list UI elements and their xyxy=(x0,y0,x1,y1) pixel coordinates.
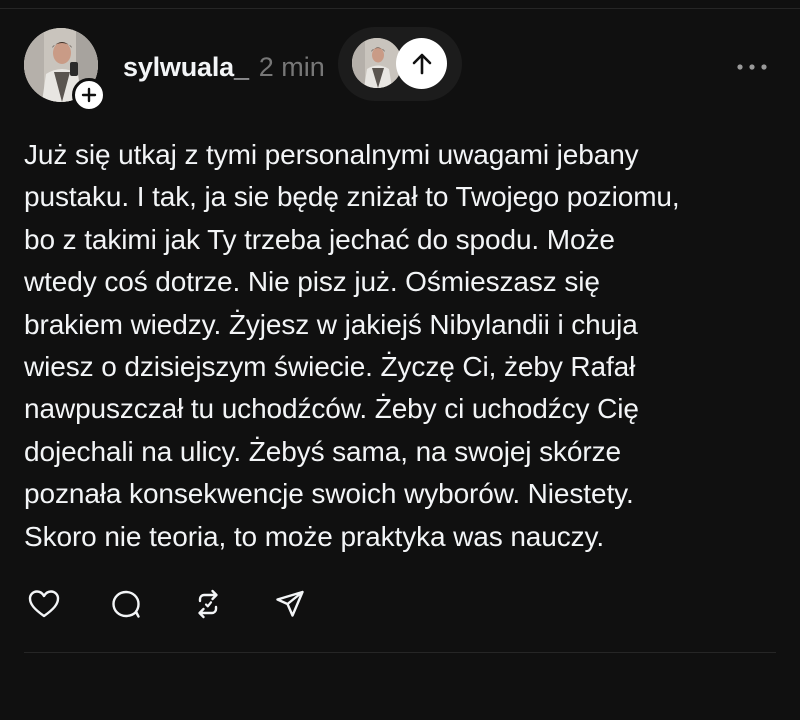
more-options-button[interactable] xyxy=(730,52,774,82)
post-header: sylwuala_ 2 min xyxy=(123,49,325,85)
arrow-up-icon xyxy=(412,53,431,74)
like-button[interactable] xyxy=(24,584,64,624)
share-button[interactable] xyxy=(270,584,310,624)
repost-button[interactable] xyxy=(188,584,228,624)
follow-button[interactable] xyxy=(72,78,106,112)
send-icon xyxy=(276,590,304,617)
username[interactable]: sylwuala_ xyxy=(123,49,249,85)
avatar-photo xyxy=(352,38,402,88)
author-avatar-container[interactable] xyxy=(24,28,106,112)
more-horizontal-icon xyxy=(737,64,767,70)
heart-icon xyxy=(28,590,60,618)
reply-button[interactable] xyxy=(106,584,146,624)
post-actions xyxy=(24,584,352,624)
new-post-avatar[interactable] xyxy=(352,38,402,88)
post-time: 2 min xyxy=(258,52,325,82)
repost-icon xyxy=(198,589,218,619)
plus-icon xyxy=(81,87,97,103)
post-body-text: Już się utkaj z tymi personalnymi uwagam… xyxy=(24,139,680,552)
scroll-to-top-button[interactable] xyxy=(396,38,447,89)
thread-post: sylwuala_ 2 min Już się utkaj z tymi per… xyxy=(0,0,800,720)
post-divider xyxy=(24,652,776,653)
comment-icon xyxy=(112,590,140,618)
